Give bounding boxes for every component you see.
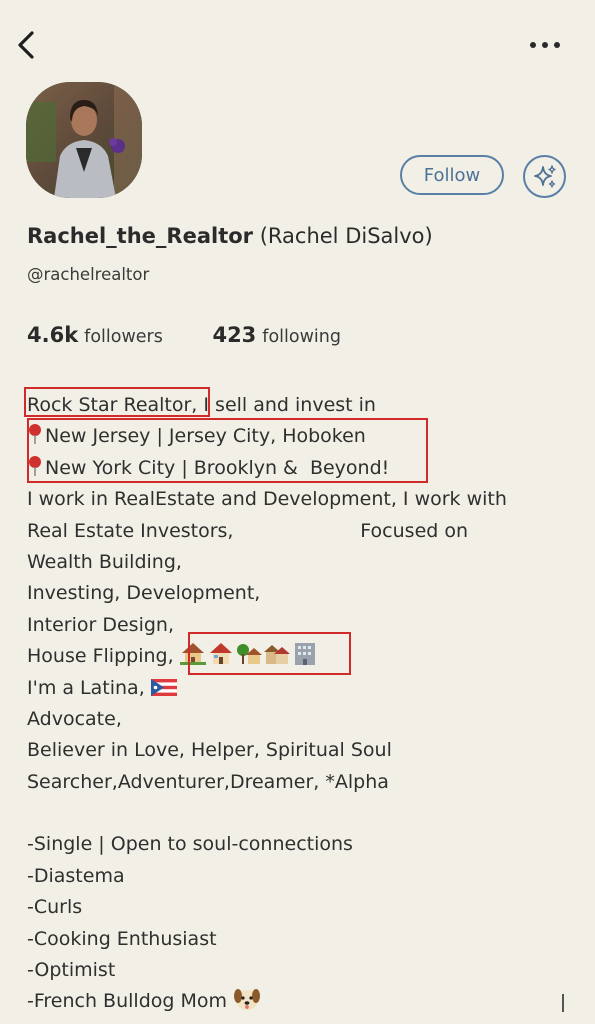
bio-line: New York City | Brooklyn & Beyond! — [27, 453, 582, 484]
following-stat[interactable]: 423 following — [212, 323, 341, 347]
bio-line: Advocate, — [27, 707, 122, 730]
full-name: (Rachel DiSalvo) — [259, 224, 433, 248]
profile-handle: @rachelrealtor — [27, 265, 150, 284]
office-building-icon — [294, 643, 315, 666]
house-with-tree-icon — [236, 644, 262, 665]
avatar[interactable] — [26, 82, 142, 198]
profile-name: Rachel_the_Realtor (Rachel DiSalvo) — [27, 224, 433, 248]
house-with-garden-icon — [179, 643, 206, 666]
bio-text: I'm a Latina, — [27, 676, 151, 699]
bio-line: New Jersey | Jersey City, Hoboken — [27, 421, 582, 452]
dog-face-icon — [234, 989, 261, 1011]
bio-line: -Cooking Enthusiast — [27, 927, 217, 950]
bio-line: -Curls — [27, 896, 83, 919]
bio-title: Rock Star Realtor, — [27, 394, 198, 416]
profile-bio: Rock Star Realtor, I sell and invest in … — [24, 387, 582, 1018]
following-count: 423 — [212, 323, 257, 347]
location-pin-icon — [27, 453, 45, 484]
top-bar — [0, 0, 595, 90]
back-button[interactable] — [12, 28, 40, 62]
bio-line: I'm a Latina, — [27, 673, 582, 704]
bio-text: -French Bulldog Mom — [27, 990, 234, 1013]
bio-line: -French Bulldog Mom — [27, 986, 582, 1017]
bio-line: Searcher,Adventurer,Dreamer, *Alpha — [27, 770, 389, 793]
bio-line: -Diastema — [27, 864, 125, 887]
more-horizontal-icon — [530, 42, 560, 48]
chevron-left-icon — [18, 31, 34, 59]
location-pin-icon — [27, 421, 45, 452]
follow-button[interactable]: Follow — [400, 155, 504, 195]
bio-line: Investing, Development, — [27, 582, 261, 605]
sparkle-button[interactable] — [523, 155, 566, 198]
scroll-indicator[interactable] — [562, 994, 564, 1012]
bio-line: Rock Star Realtor, I sell and invest in — [27, 390, 582, 421]
bio-location-ny: New York City | Brooklyn & Beyond! — [45, 456, 390, 479]
followers-stat[interactable]: 4.6k followers — [27, 323, 163, 347]
bio-line: -Optimist — [27, 959, 116, 982]
bio-line: I work in RealEstate and Development, I … — [27, 488, 507, 511]
house-emojis — [179, 643, 320, 667]
bio-line: -Single | Open to soul-connections — [27, 833, 353, 856]
bio-location-nj: New Jersey | Jersey City, Hoboken — [45, 425, 366, 448]
bio-text: I sell and invest in — [197, 394, 376, 416]
username: Rachel_the_Realtor — [27, 224, 254, 248]
bio-text: House Flipping, — [27, 645, 180, 668]
bio-line: House Flipping, — [27, 641, 582, 672]
more-options-button[interactable] — [525, 34, 565, 56]
profile-stats: 4.6k followers 423 following — [27, 323, 341, 347]
bio-line: Real Estate Investors, Focused on — [27, 519, 469, 542]
bio-line: Wealth Building, — [27, 550, 182, 573]
house-icon — [209, 643, 232, 665]
profile-photo — [26, 82, 142, 198]
bio-line — [27, 798, 582, 829]
bio-line: Believer in Love, Helper, Spiritual Soul — [27, 739, 392, 762]
puerto-rico-flag-icon — [150, 678, 177, 696]
sparkle-icon — [533, 164, 556, 188]
following-label: following — [262, 327, 341, 347]
houses-icon — [263, 645, 290, 665]
followers-label: followers — [84, 327, 163, 347]
followers-count: 4.6k — [27, 323, 79, 347]
bio-line: Interior Design, — [27, 613, 174, 636]
